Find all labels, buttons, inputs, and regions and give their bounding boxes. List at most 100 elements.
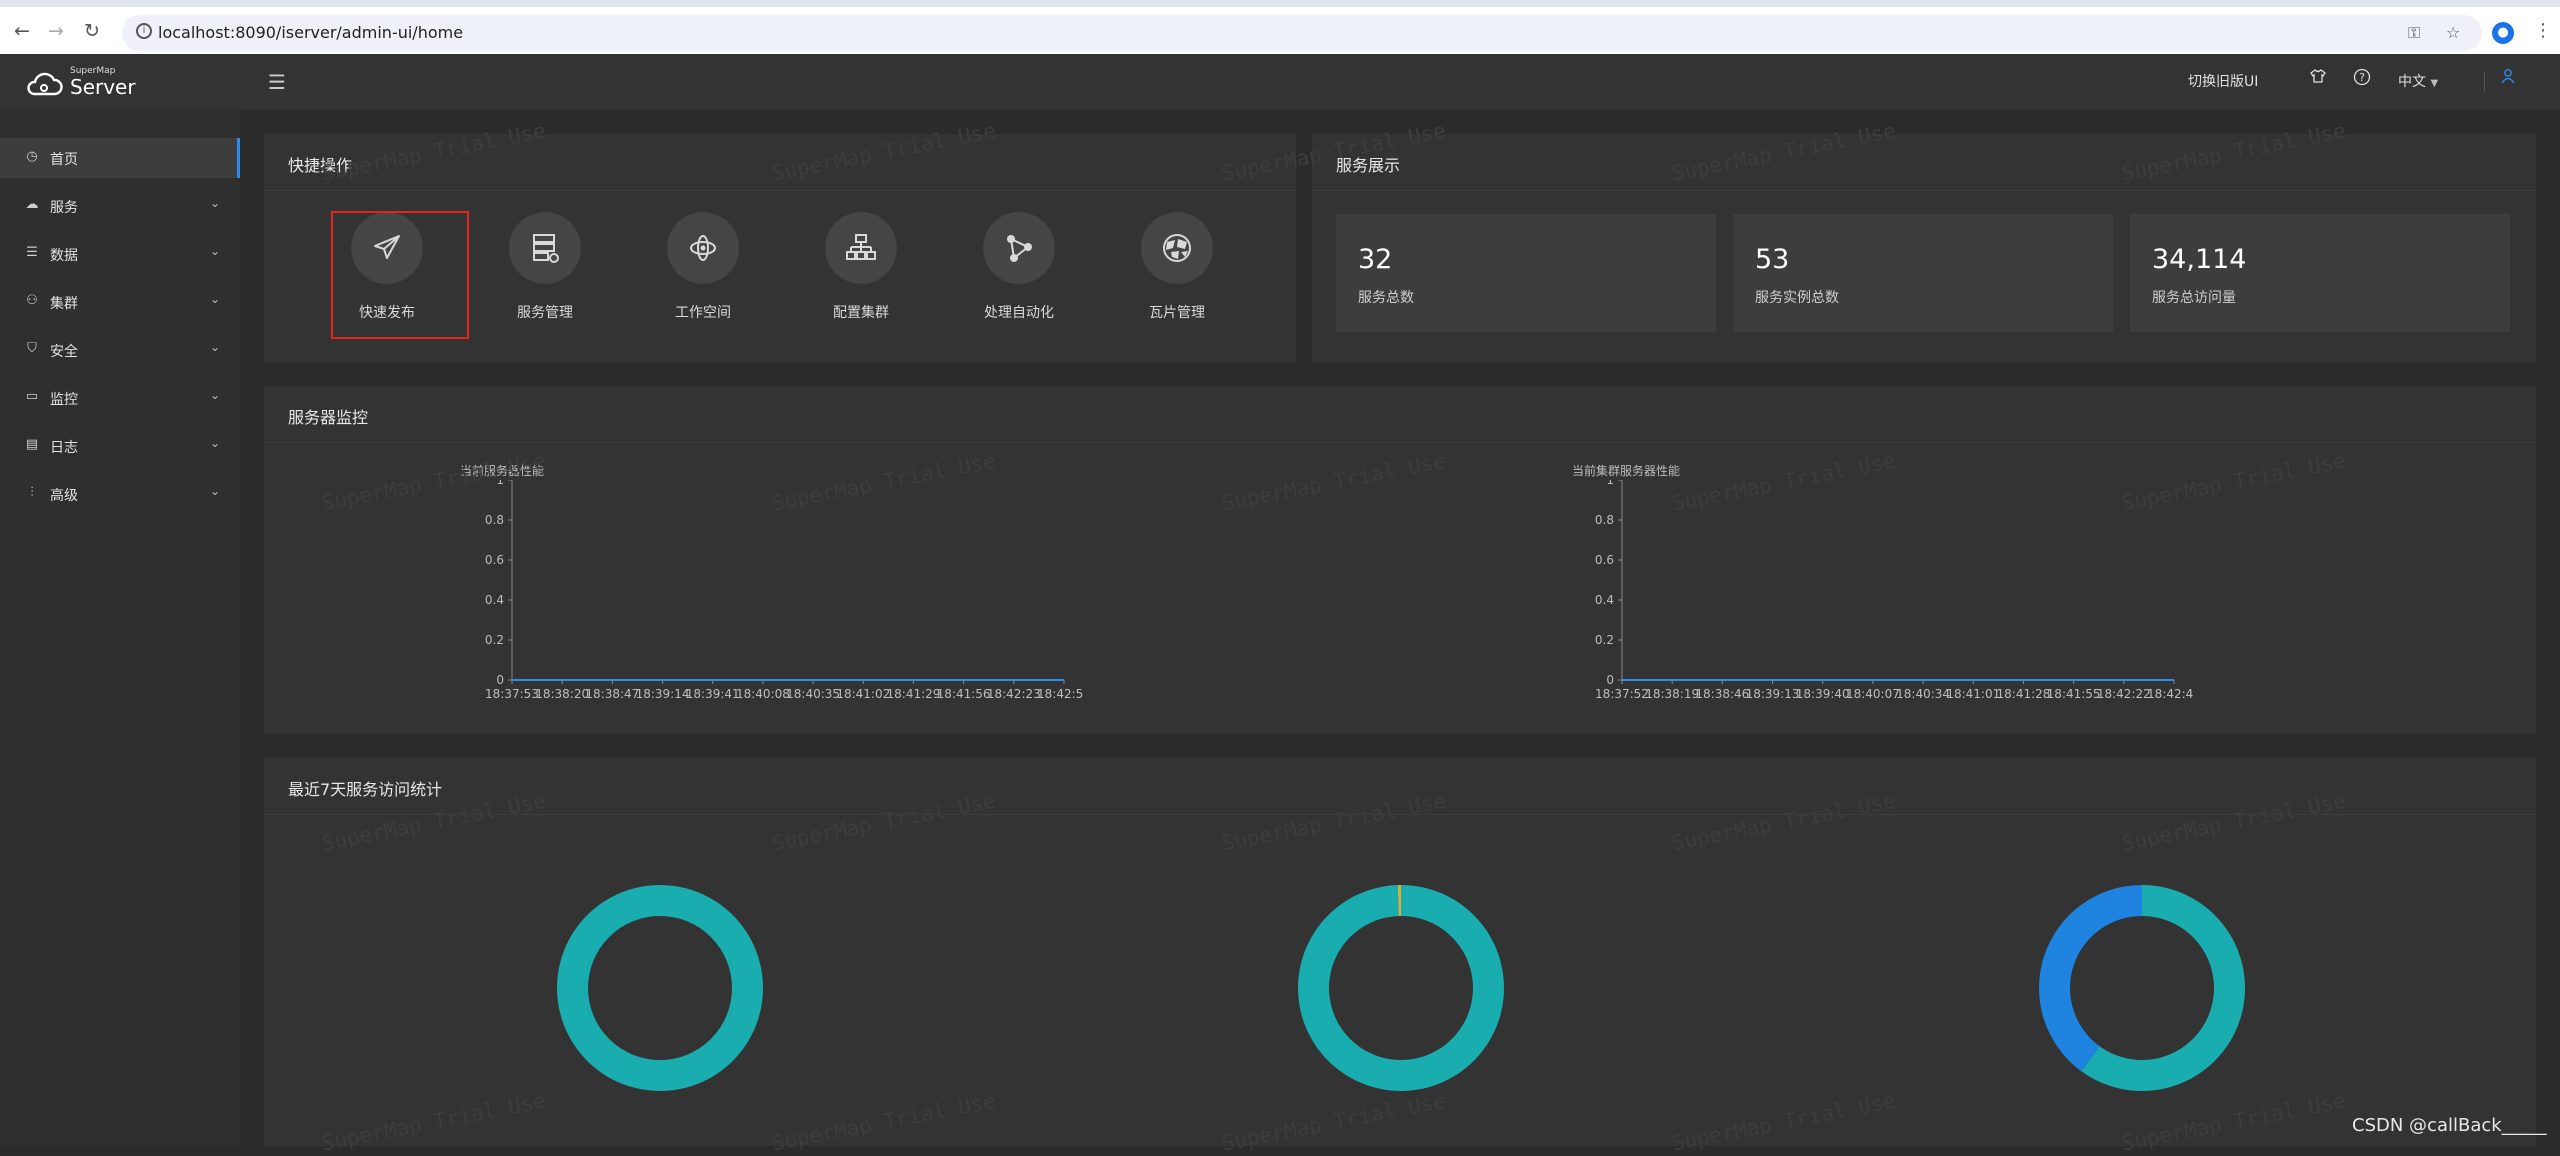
stat-instance-total[interactable]: 53 服务实例总数: [1733, 214, 2113, 332]
stat-value: 34,114: [2152, 244, 2247, 275]
supermap-logo[interactable]: SuperMap Server: [24, 66, 136, 102]
stat-visit-total[interactable]: 34,114 服务总访问量: [2130, 214, 2510, 332]
sidebar-item-security[interactable]: ⛉ 安全 ⌄: [0, 330, 240, 370]
header-divider: [2484, 72, 2485, 92]
qa-icon-circle: [509, 212, 581, 284]
x-tick-label: 18:38:46: [1695, 687, 1749, 701]
divider: [264, 814, 2536, 815]
sidebar: ◷ 首页 ☁ 服务 ⌄ ☰ 数据 ⌄ ⚇ 集群 ⌄ ⛉ 安全 ⌄ ▭ 监控 ⌄ …: [0, 110, 240, 1146]
app-header: SuperMap Server ☰ 切换旧版UI ? 中文 ▼: [0, 54, 2560, 111]
highlight-box: [331, 211, 469, 339]
url-text: localhost:8090/iserver/admin-ui/home: [158, 23, 464, 42]
workspace-button[interactable]: 工作空间: [648, 212, 758, 332]
chart-title: 当前服务器性能: [460, 464, 545, 478]
language-select[interactable]: 中文 ▼: [2398, 71, 2438, 91]
x-tick-label: 18:41:55: [2047, 687, 2101, 701]
qa-label: 服务管理: [517, 305, 573, 321]
sidebar-item-cluster[interactable]: ⚇ 集群 ⌄: [0, 282, 240, 322]
cluster-performance-chart: 00.20.40.60.8118:37:5218:38:1918:38:4618…: [1595, 480, 2194, 701]
divider: [1312, 190, 2536, 191]
automation-button[interactable]: 处理自动化: [964, 212, 1074, 332]
address-bar[interactable]: i localhost:8090/iserver/admin-ui/home ⚿…: [122, 15, 2482, 51]
browser-profile-icon[interactable]: ●: [2492, 22, 2514, 44]
database-icon: ☰: [26, 245, 38, 260]
qa-icon-circle: [983, 212, 1055, 284]
chevron-down-icon: ⌄: [210, 388, 221, 402]
x-tick-label: 18:39:14: [636, 687, 690, 701]
qa-label: 工作空间: [675, 305, 731, 321]
quick-actions-title: 快捷操作: [288, 156, 353, 175]
qa-icon-circle: [1141, 212, 1213, 284]
key-icon[interactable]: ⚿: [2408, 23, 2420, 43]
x-tick-label: 18:38:47: [585, 687, 639, 701]
sidebar-item-label: 安全: [50, 344, 78, 360]
bookmark-star-icon[interactable]: ☆: [2446, 23, 2460, 42]
server-performance-chart: 00.20.40.60.8118:37:5318:38:2018:38:4718…: [485, 480, 1084, 701]
x-tick-label: 18:41:29: [887, 687, 941, 701]
stat-value: 53: [1755, 244, 1790, 275]
y-tick-label: 0.6: [1595, 553, 1614, 567]
automation-icon: [1007, 235, 1032, 262]
logo-big-text: Server: [70, 75, 136, 99]
back-icon[interactable]: ←: [10, 19, 34, 43]
visit-stats-card: 最近7天服务访问统计: [264, 758, 2536, 1146]
x-tick-label: 18:42:50: [1037, 687, 1084, 701]
site-info-icon[interactable]: i: [136, 23, 152, 39]
x-tick-label: 18:42:49: [2147, 687, 2194, 701]
chart-title: 当前集群服务器性能: [1572, 464, 1681, 478]
qa-icon-circle: [667, 212, 739, 284]
menu-collapse-icon[interactable]: ☰: [268, 70, 286, 94]
browser-menu-icon[interactable]: ⋮: [2534, 20, 2552, 41]
sidebar-item-services[interactable]: ☁ 服务 ⌄: [0, 186, 240, 226]
stat-service-total[interactable]: 32 服务总数: [1336, 214, 1716, 332]
y-tick-label: 1: [1606, 480, 1614, 487]
qa-icon-circle: [825, 212, 897, 284]
x-tick-label: 18:40:07: [1846, 687, 1900, 701]
stat-label: 服务总数: [1358, 290, 1414, 306]
sidebar-item-data[interactable]: ☰ 数据 ⌄: [0, 234, 240, 274]
configure-cluster-button[interactable]: 配置集群: [806, 212, 916, 332]
x-tick-label: 18:40:08: [736, 687, 790, 701]
browser-toolbar: ← → ↻ i localhost:8090/iserver/admin-ui/…: [0, 0, 2560, 54]
chevron-down-icon: ⌄: [210, 244, 221, 258]
cloud-icon: ☁: [25, 197, 39, 212]
x-tick-label: 18:41:01: [1946, 687, 2000, 701]
x-tick-label: 18:42:23: [987, 687, 1041, 701]
y-tick-label: 0.6: [485, 553, 504, 567]
tile-manage-button[interactable]: 瓦片管理: [1122, 212, 1232, 332]
sidebar-item-log[interactable]: ▤ 日志 ⌄: [0, 426, 240, 466]
service-display-card: 服务展示 32 服务总数 53 服务实例总数 34,114 服务总访问量: [1312, 134, 2536, 362]
stat-value: 32: [1358, 244, 1393, 275]
switch-old-ui-link[interactable]: 切换旧版UI: [2188, 71, 2258, 91]
server-monitor-card: 服务器监控 当前服务器性能 当前集群服务器性能 0 0.2 0.4 0.6 0.8 1 18…: [264, 386, 2536, 734]
reload-icon[interactable]: ↻: [80, 19, 104, 43]
sidebar-item-home[interactable]: ◷ 首页: [0, 138, 240, 178]
y-tick-label: 0: [1606, 673, 1614, 687]
sliders-icon: ⫶: [30, 485, 34, 500]
x-tick-label: 18:39:13: [1746, 687, 1800, 701]
y-tick-label: 0.4: [485, 593, 504, 607]
sidebar-item-label: 服务: [50, 200, 78, 216]
server-manage-icon: [533, 234, 559, 263]
x-tick-label: 18:38:19: [1645, 687, 1699, 701]
caret-down-icon: ▼: [2430, 78, 2439, 89]
sidebar-item-label: 监控: [50, 392, 78, 408]
service-display-title: 服务展示: [1336, 156, 1401, 175]
x-tick-label: 18:37:52: [1595, 687, 1649, 701]
forward-icon[interactable]: →: [44, 19, 68, 43]
y-tick-label: 0: [496, 673, 504, 687]
sidebar-item-advanced[interactable]: ⫶ 高级 ⌄: [0, 474, 240, 514]
chevron-down-icon: ⌄: [210, 196, 221, 210]
sidebar-item-monitor[interactable]: ▭ 监控 ⌄: [0, 378, 240, 418]
home-icon: ◷: [26, 149, 38, 164]
qa-label: 处理自动化: [984, 305, 1054, 321]
help-icon[interactable]: ?: [2352, 68, 2372, 88]
user-icon[interactable]: [2498, 68, 2518, 88]
visit-stats-title: 最近7天服务访问统计: [288, 780, 443, 799]
server-monitor-title: 服务器监控: [288, 408, 369, 427]
service-manage-button[interactable]: 服务管理: [490, 212, 600, 332]
chevron-down-icon: ⌄: [210, 292, 221, 306]
qa-label: 配置集群: [833, 305, 889, 321]
cluster-icon: ⚇: [26, 293, 38, 308]
shirt-theme-icon[interactable]: [2308, 68, 2328, 88]
